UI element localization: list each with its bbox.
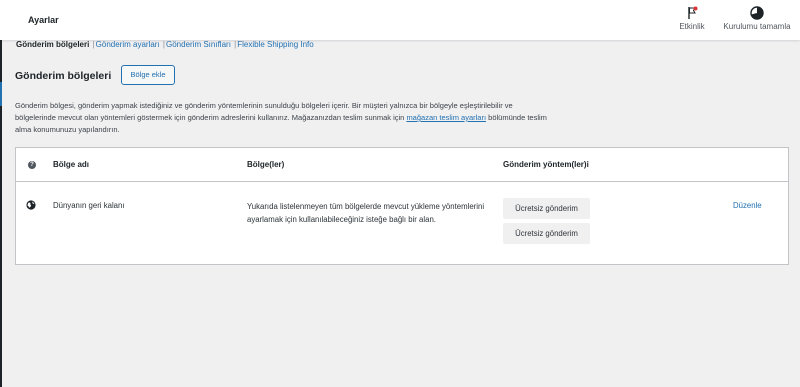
setup-label: Kurulumu tamamla bbox=[723, 22, 791, 31]
top-header: Ayarlar Etkinlik Kurulumu tamamla bbox=[0, 0, 800, 40]
subnav-link-shipping-classes[interactable]: Gönderim Sınıfları bbox=[166, 40, 231, 49]
column-header-methods: Gönderim yöntem(ler)i bbox=[503, 160, 589, 169]
shipping-subnav: Gönderim bölgeleri |Gönderim ayarları |G… bbox=[16, 40, 314, 49]
page-title: Ayarlar bbox=[28, 15, 59, 25]
shipping-method-badge: Ücretsiz gönderim bbox=[503, 198, 590, 219]
subnav-current-shipping-zones: Gönderim bölgeleri bbox=[16, 40, 90, 49]
subnav-link-flexible-shipping-info[interactable]: Flexible Shipping Info bbox=[237, 40, 314, 49]
globe-icon bbox=[26, 200, 36, 210]
add-zone-button[interactable]: Bölge ekle bbox=[121, 65, 175, 85]
help-icon[interactable]: ? bbox=[28, 161, 36, 169]
flag-icon bbox=[688, 6, 698, 19]
activity-button[interactable]: Etkinlik bbox=[674, 6, 710, 31]
setup-button[interactable]: Kurulumu tamamla bbox=[716, 6, 798, 31]
table-header: ? Bölge adı Bölge(ler) Gönderim yöntem(l… bbox=[16, 148, 788, 182]
progress-circle-icon bbox=[750, 6, 764, 20]
shipping-method-badge: Ücretsiz gönderim bbox=[503, 223, 590, 244]
column-header-regions: Bölge(ler) bbox=[247, 160, 285, 169]
subnav-link-shipping-settings[interactable]: Gönderim ayarları bbox=[96, 40, 160, 49]
shipping-zones-table: ? Bölge adı Bölge(ler) Gönderim yöntem(l… bbox=[15, 147, 789, 265]
section-heading: Gönderim bölgeleri bbox=[15, 70, 112, 82]
zones-description: Gönderim bölgesi, gönderim yapmak istedi… bbox=[15, 100, 555, 136]
table-row: Dünyanın geri kalanı Yukarıda listelenme… bbox=[16, 183, 788, 265]
column-header-zone-name: Bölge adı bbox=[53, 160, 90, 169]
zone-name[interactable]: Dünyanın geri kalanı bbox=[53, 201, 125, 210]
local-pickup-settings-link[interactable]: mağazan teslim ayarları bbox=[406, 113, 486, 122]
admin-sidebar-edge bbox=[0, 0, 2, 387]
zone-region: Yukarıda listelenmeyen tüm bölgelerde me… bbox=[247, 202, 485, 224]
admin-sidebar-current-marker bbox=[0, 82, 2, 106]
activity-label: Etkinlik bbox=[679, 22, 705, 31]
edit-zone-link[interactable]: Düzenle bbox=[733, 201, 762, 210]
